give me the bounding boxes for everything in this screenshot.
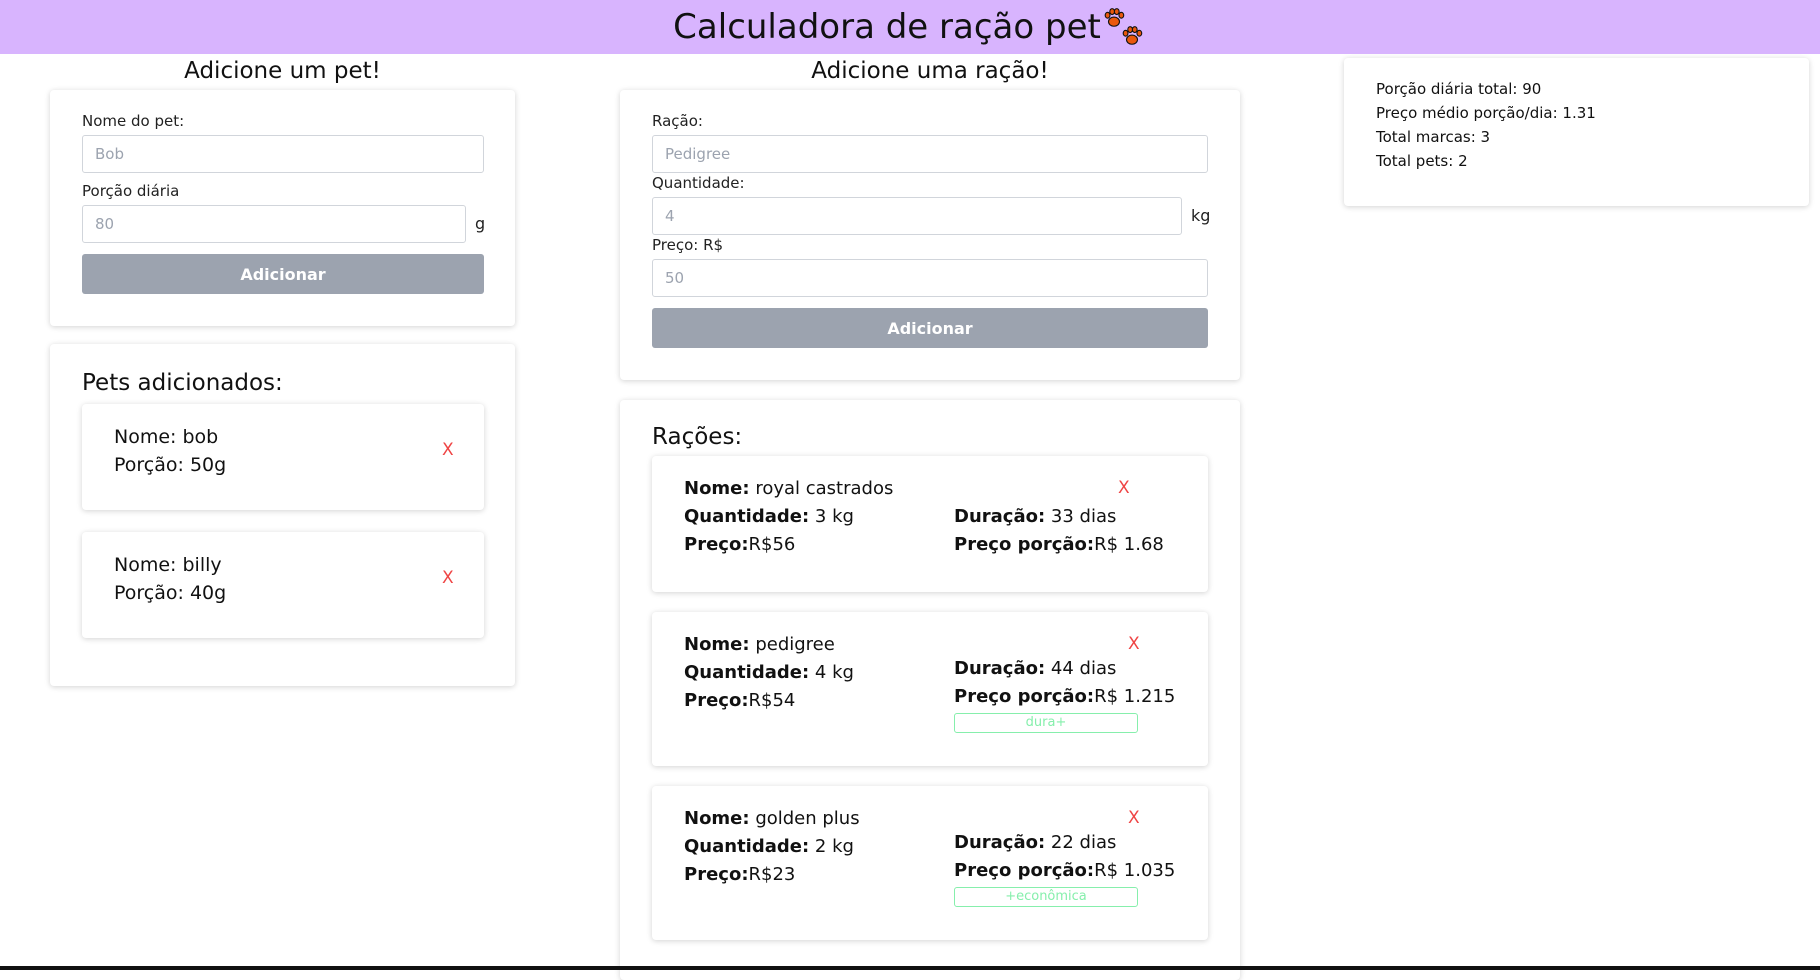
food-quantity: Quantidade: 3 kg xyxy=(684,506,854,527)
pet-form-heading: Adicione um pet! xyxy=(184,58,381,84)
pets-list-card: Pets adicionados: Nome: bob Porção: 50g … xyxy=(50,344,515,686)
food-name: Nome: royal castrados xyxy=(684,478,893,499)
duration-key: Duração: xyxy=(954,832,1046,853)
quantity-label: Quantidade: xyxy=(652,174,745,192)
remove-food-button[interactable]: X xyxy=(1128,634,1140,654)
duration-badge: dura+ xyxy=(954,713,1138,733)
food-form-card: Ração: Pedigree Quantidade: 4 kg Preço: … xyxy=(620,90,1240,380)
price-input[interactable]: 50 xyxy=(652,259,1208,297)
list-item: Nome: bob Porção: 50g X xyxy=(82,404,484,510)
food-price: Preço:R$54 xyxy=(684,690,795,711)
food-duration: Duração: 33 dias xyxy=(954,506,1116,527)
food-portion-price: Preço porção:R$ 1.035 xyxy=(954,860,1175,881)
list-item: Nome: golden plus Quantidade: 2 kg Preço… xyxy=(652,786,1208,940)
pet-name-input[interactable]: Bob xyxy=(82,135,484,173)
food-quantity: Quantidade: 2 kg xyxy=(684,836,854,857)
quantity-unit: kg xyxy=(1191,206,1211,225)
name-value: golden plus xyxy=(749,808,860,829)
name-value: pedigree xyxy=(749,634,835,655)
food-portion-price: Preço porção:R$ 1.68 xyxy=(954,534,1164,555)
food-label: Ração: xyxy=(652,112,703,130)
price-key: Preço: xyxy=(684,864,749,885)
name-value: royal castrados xyxy=(749,478,894,499)
duration-value: 22 dias xyxy=(1045,832,1117,853)
remove-pet-button[interactable]: X xyxy=(442,568,454,588)
foods-list-card: Rações: Nome: royal castrados Quantidade… xyxy=(620,400,1240,980)
portion-unit: g xyxy=(475,214,486,233)
food-name: Nome: pedigree xyxy=(684,634,835,655)
portion-price-value: R$ 1.68 xyxy=(1094,534,1164,555)
app-header: Calculadora de ração pet xyxy=(0,0,1820,54)
price-value: R$54 xyxy=(748,690,796,711)
portion-price-key: Preço porção: xyxy=(954,860,1095,881)
food-duration: Duração: 44 dias xyxy=(954,658,1116,679)
remove-food-button[interactable]: X xyxy=(1118,478,1130,498)
portion-label: Porção diária xyxy=(82,182,180,200)
quantity-key: Quantidade: xyxy=(684,506,810,527)
paw-icon xyxy=(1103,5,1147,49)
summary-card: Porção diária total: 90 Preço médio porç… xyxy=(1344,58,1809,206)
food-portion-price: Preço porção:R$ 1.215 xyxy=(954,686,1175,707)
price-key: Preço: xyxy=(684,534,749,555)
duration-value: 33 dias xyxy=(1045,506,1117,527)
remove-food-button[interactable]: X xyxy=(1128,808,1140,828)
food-duration: Duração: 22 dias xyxy=(954,832,1116,853)
portion-price-value: R$ 1.215 xyxy=(1094,686,1176,707)
pets-list-heading: Pets adicionados: xyxy=(82,370,283,396)
list-item: Nome: pedigree Quantidade: 4 kg Preço:R$… xyxy=(652,612,1208,766)
portion-price-key: Preço porção: xyxy=(954,534,1095,555)
duration-value: 44 dias xyxy=(1045,658,1117,679)
name-key: Nome: xyxy=(684,808,750,829)
page-title: Calculadora de ração pet xyxy=(673,7,1101,47)
quantity-value: 2 kg xyxy=(809,836,854,857)
price-label: Preço: R$ xyxy=(652,236,724,254)
pet-name-label: Nome do pet: xyxy=(82,112,185,130)
portion-price-value: R$ 1.035 xyxy=(1094,860,1176,881)
price-key: Preço: xyxy=(684,690,749,711)
avg-price-stat: Preço médio porção/dia: 1.31 xyxy=(1376,104,1596,122)
food-price: Preço:R$56 xyxy=(684,534,795,555)
total-portion-stat: Porção diária total: 90 xyxy=(1376,80,1542,98)
pet-name: Nome: billy xyxy=(114,554,222,576)
duration-key: Duração: xyxy=(954,658,1046,679)
name-key: Nome: xyxy=(684,634,750,655)
pet-portion: Porção: 40g xyxy=(114,582,227,604)
portion-input[interactable]: 80 xyxy=(82,205,466,243)
window-bottom-edge xyxy=(0,966,1820,970)
food-price: Preço:R$23 xyxy=(684,864,795,885)
remove-pet-button[interactable]: X xyxy=(442,440,454,460)
portion-price-key: Preço porção: xyxy=(954,686,1095,707)
food-quantity: Quantidade: 4 kg xyxy=(684,662,854,683)
quantity-input[interactable]: 4 xyxy=(652,197,1182,235)
foods-list-heading: Rações: xyxy=(652,424,743,450)
quantity-key: Quantidade: xyxy=(684,662,810,683)
quantity-value: 3 kg xyxy=(809,506,854,527)
name-key: Nome: xyxy=(684,478,750,499)
pet-portion: Porção: 50g xyxy=(114,454,227,476)
price-value: R$56 xyxy=(748,534,796,555)
quantity-key: Quantidade: xyxy=(684,836,810,857)
food-input[interactable]: Pedigree xyxy=(652,135,1208,173)
add-pet-button[interactable]: Adicionar xyxy=(82,254,484,294)
pet-form-card: Nome do pet: Bob Porção diária 80 g Adic… xyxy=(50,90,515,326)
food-form-heading: Adicione uma ração! xyxy=(811,58,1049,84)
price-value: R$23 xyxy=(748,864,796,885)
list-item: Nome: billy Porção: 40g X xyxy=(82,532,484,638)
total-pets-stat: Total pets: 2 xyxy=(1376,152,1468,170)
economy-badge: +econômica xyxy=(954,887,1138,907)
add-food-button[interactable]: Adicionar xyxy=(652,308,1208,348)
pet-name: Nome: bob xyxy=(114,426,219,448)
list-item: Nome: royal castrados Quantidade: 3 kg P… xyxy=(652,456,1208,592)
total-brands-stat: Total marcas: 3 xyxy=(1376,128,1491,146)
duration-key: Duração: xyxy=(954,506,1046,527)
food-name: Nome: golden plus xyxy=(684,808,860,829)
quantity-value: 4 kg xyxy=(809,662,854,683)
